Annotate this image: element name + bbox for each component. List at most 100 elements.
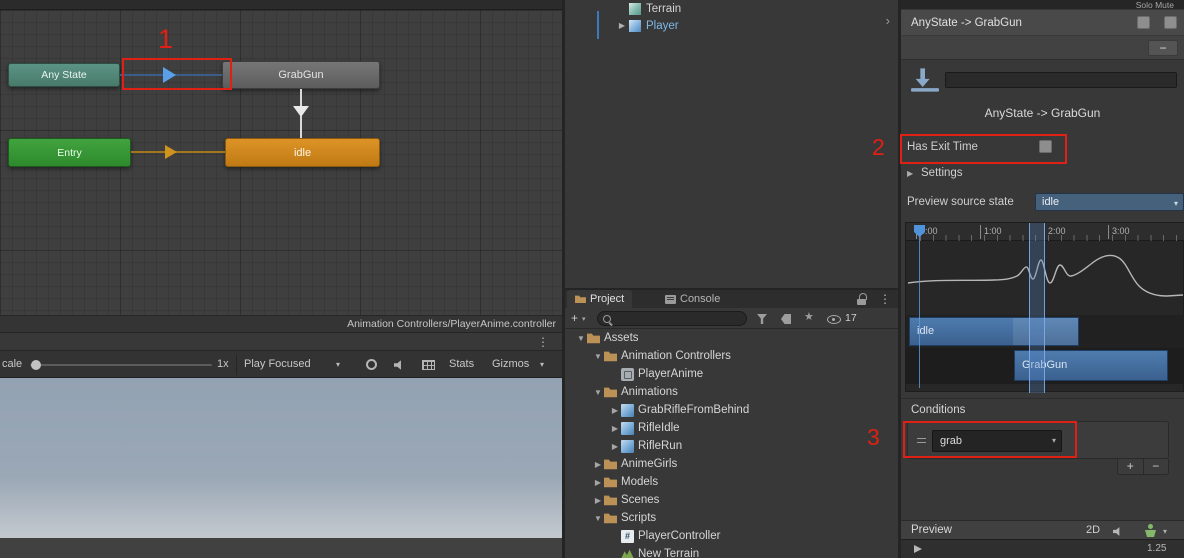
foldout-arrow-icon[interactable]: ▼ xyxy=(592,514,604,523)
preview-source-dropdown[interactable]: idle ▾ xyxy=(1035,193,1184,211)
chevron-right-icon[interactable]: › xyxy=(886,13,890,28)
terrain-ground xyxy=(0,538,562,558)
chevron-down-icon[interactable]: ▾ xyxy=(1163,527,1167,536)
search-field[interactable] xyxy=(597,311,747,326)
project-tree-item[interactable]: ▼Animations xyxy=(565,383,898,401)
gizmos-dropdown[interactable]: Gizmos xyxy=(492,358,529,370)
lock-icon[interactable] xyxy=(857,293,867,305)
remove-transition-button[interactable]: − xyxy=(1148,40,1178,56)
project-tree-item[interactable]: ▶RifleRun xyxy=(565,437,898,455)
transition-entry-idle[interactable] xyxy=(131,151,225,153)
project-tree-item-label: Animation Controllers xyxy=(621,350,731,362)
mute-audio-icon[interactable] xyxy=(394,359,406,371)
transition-name-field[interactable] xyxy=(945,72,1177,88)
project-tree-item-label: AnimeGirls xyxy=(621,458,677,470)
scale-slider-handle[interactable] xyxy=(31,360,41,370)
eye-icon[interactable] xyxy=(827,312,840,325)
animator-toolbar-strip xyxy=(0,0,562,10)
avatar-icon[interactable] xyxy=(1145,524,1156,537)
transition-arrow-icon[interactable] xyxy=(293,106,309,117)
project-tree-item[interactable]: ▶ AnimeGirls xyxy=(565,455,898,473)
annotation-number-2: 2 xyxy=(872,134,885,161)
remove-condition-button[interactable]: − xyxy=(1144,459,1169,474)
preview-bar[interactable]: Preview 2D ▾ xyxy=(901,520,1184,540)
tab-console[interactable]: Console xyxy=(657,290,728,308)
tab-project[interactable]: Project xyxy=(567,290,632,308)
project-toolbar: + ▾ ★ 17 xyxy=(565,308,898,329)
hierarchy-item-label: Terrain xyxy=(646,3,681,15)
project-tree-item[interactable]: ▼Scripts xyxy=(565,509,898,527)
foldout-arrow-icon[interactable]: ▼ xyxy=(592,388,604,397)
preview-source-label: Preview source state xyxy=(907,196,1014,208)
folder-icon xyxy=(604,386,617,399)
state-node-label: Entry xyxy=(57,147,82,159)
state-node-any-state[interactable]: Any State xyxy=(8,63,120,87)
project-panel: Project Console ⋮ + ▾ ★ 17 ▼Assets▼Anima… xyxy=(565,290,898,558)
foldout-arrow-icon[interactable]: ▼ xyxy=(575,334,587,343)
timeline-block-idle[interactable]: idle xyxy=(909,317,1079,346)
tab-label: Project xyxy=(590,293,624,305)
game-view-viewport[interactable] xyxy=(0,378,562,558)
project-tree-item[interactable]: PlayerAnime xyxy=(565,365,898,383)
foldout-arrow-icon[interactable]: ▼ xyxy=(592,352,604,361)
transition-arrow-icon[interactable] xyxy=(165,145,177,159)
settings-foldout[interactable]: Settings xyxy=(921,167,963,179)
project-tree: ▼Assets▼Animation ControllersPlayerAnime… xyxy=(565,329,898,558)
filter-by-label-icon[interactable] xyxy=(781,314,791,324)
chevron-down-icon[interactable]: ▾ xyxy=(336,360,340,369)
filter-by-type-icon[interactable] xyxy=(757,314,767,324)
project-tree-item[interactable]: PlayerController xyxy=(565,527,898,545)
transition-duration-band[interactable] xyxy=(1029,223,1045,393)
chevron-down-icon[interactable]: ▾ xyxy=(582,315,586,323)
project-tree-item[interactable]: ▶GrabRifleFromBehind xyxy=(565,401,898,419)
transition-list-item[interactable]: AnyState -> GrabGun xyxy=(901,10,1184,36)
solo-checkbox[interactable] xyxy=(1137,16,1150,29)
timeline-ruler[interactable]: 0:001:002:003:00 xyxy=(906,223,1184,241)
kebab-menu-icon[interactable]: ⋮ xyxy=(879,292,891,306)
foldout-arrow-icon[interactable]: ▶ xyxy=(592,496,604,505)
state-node-grabgun[interactable]: GrabGun xyxy=(222,61,380,89)
add-condition-button[interactable]: + xyxy=(1118,459,1144,474)
kebab-menu-icon[interactable]: ⋮ xyxy=(537,335,549,349)
hierarchy-item[interactable]: Terrain xyxy=(565,0,898,17)
play-icon[interactable] xyxy=(914,545,922,553)
model-icon xyxy=(621,404,634,417)
vsync-grid-icon[interactable] xyxy=(422,360,435,370)
foldout-arrow-icon[interactable]: ▶ xyxy=(592,478,604,487)
foldout-arrow-icon[interactable]: ▶ xyxy=(609,424,621,433)
project-tree-item[interactable]: ▶Scenes xyxy=(565,491,898,509)
project-tree-item[interactable]: ▶Models xyxy=(565,473,898,491)
foldout-arrow-icon[interactable]: ▶ xyxy=(609,442,621,451)
transition-timeline[interactable]: 0:001:002:003:00 idle GrabGun xyxy=(905,222,1184,392)
foldout-arrow-icon[interactable]: ▶ xyxy=(615,21,629,30)
aperture-icon[interactable] xyxy=(366,359,377,370)
search-input[interactable] xyxy=(616,312,742,325)
preview-2d-toggle[interactable]: 2D xyxy=(1086,524,1100,536)
chevron-down-icon[interactable]: ▾ xyxy=(540,360,544,369)
toolbar-divider xyxy=(236,355,237,375)
project-tab-bar: Project Console ⋮ xyxy=(565,290,898,308)
foldout-arrow-icon[interactable]: ▶ xyxy=(592,460,604,469)
audio-icon[interactable] xyxy=(1113,526,1124,537)
project-tree-item[interactable]: ▼Assets xyxy=(565,329,898,347)
state-node-idle[interactable]: idle xyxy=(225,138,380,167)
project-tree-item-label: PlayerController xyxy=(638,530,720,542)
save-search-icon[interactable]: ★ xyxy=(804,311,814,323)
preview-playback-bar[interactable]: 1.25 xyxy=(901,540,1184,558)
scale-slider-track[interactable] xyxy=(30,364,212,366)
conditions-list-footer: + − xyxy=(1117,459,1169,475)
state-node-entry[interactable]: Entry xyxy=(8,138,131,167)
foldout-closed-icon[interactable]: ▶ xyxy=(907,169,913,178)
display-dropdown[interactable]: Play Focused xyxy=(244,358,311,370)
animator-icon xyxy=(621,368,634,381)
project-tree-item[interactable]: ▼ Animation Controllers xyxy=(565,347,898,365)
add-asset-button[interactable]: + xyxy=(571,311,578,325)
animator-graph-canvas[interactable]: Any State GrabGun Entry idle xyxy=(0,10,562,315)
project-tree-item[interactable]: ▶RifleIdle xyxy=(565,419,898,437)
stats-button[interactable]: Stats xyxy=(449,358,474,370)
hierarchy-item[interactable]: ▶Player xyxy=(565,17,898,34)
foldout-arrow-icon[interactable]: ▶ xyxy=(609,406,621,415)
selection-indicator xyxy=(597,11,599,39)
mute-checkbox[interactable] xyxy=(1164,16,1177,29)
project-tree-item[interactable]: New Terrain xyxy=(565,545,898,558)
